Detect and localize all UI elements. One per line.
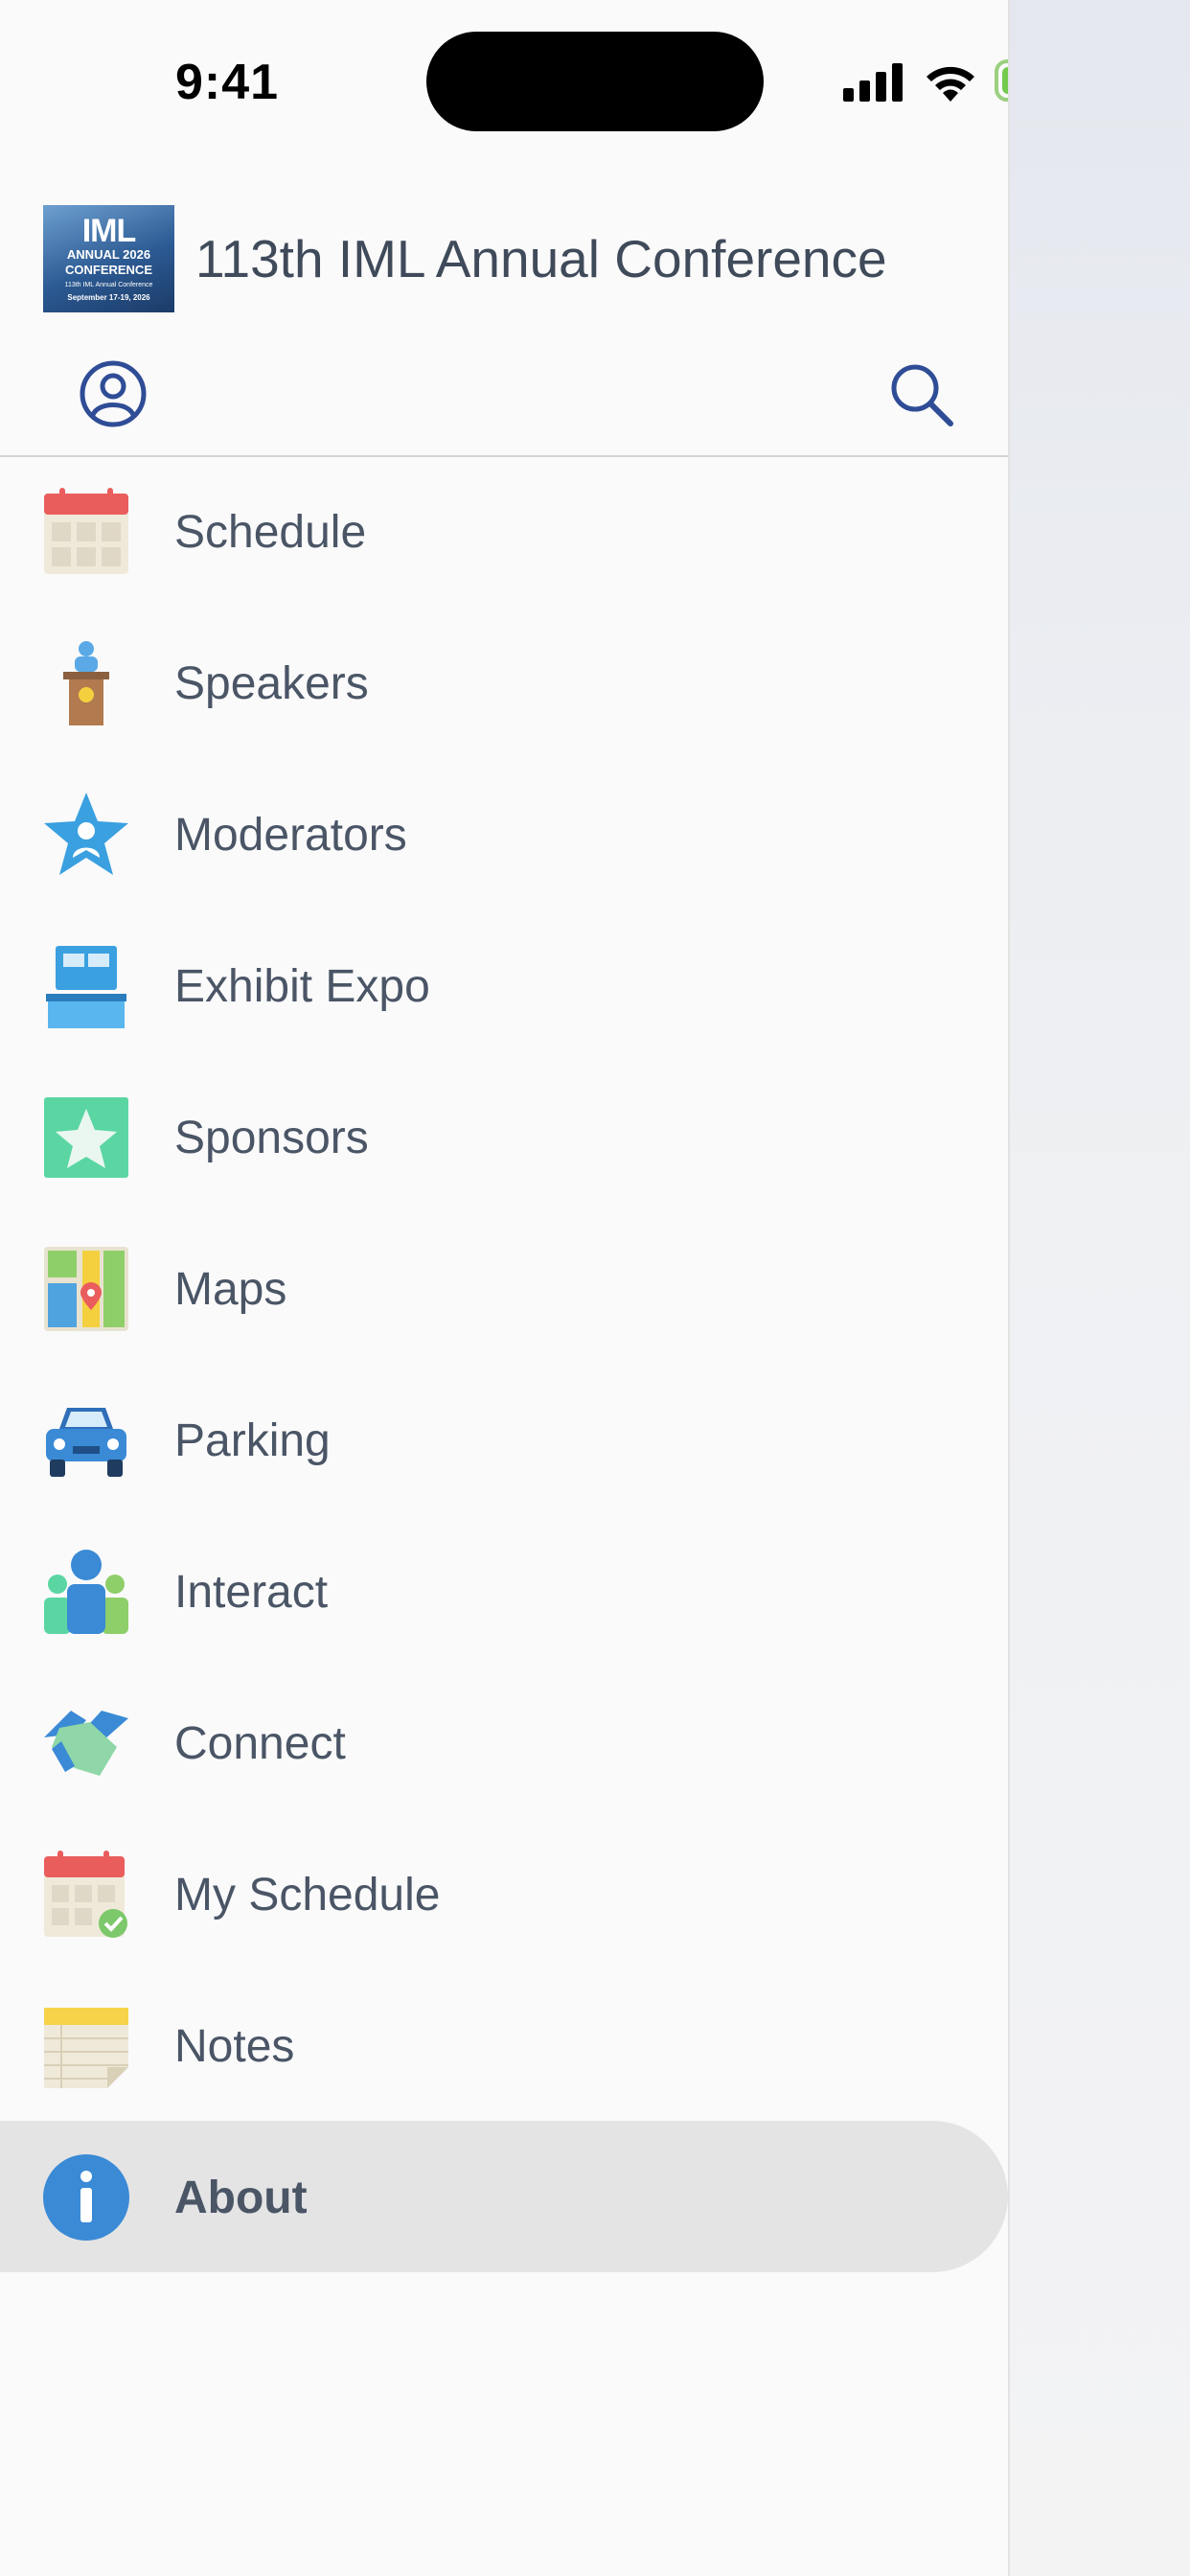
menu-item-speakers[interactable]: Speakers [0,607,1008,758]
menu-label: Notes [174,2021,295,2072]
navigation-drawer: 9:41 IML ANNUAL 2026 CONFERENCE 113th IM… [0,0,1010,2576]
menu-label: Interact [174,1567,329,1618]
menu-item-connect[interactable]: Connect [0,1667,1008,1818]
podium-icon [63,641,109,725]
battery-charging-icon [995,59,1008,102]
menu-label: Schedule [174,507,367,558]
menu-item-sponsors[interactable]: Sponsors [0,1061,1008,1212]
wifi-icon [927,66,974,102]
menu-label: Maps [174,1264,287,1315]
map-icon [44,1247,128,1331]
handshake-icon [44,1711,128,1776]
menu-label: Sponsors [174,1113,369,1163]
search-icon[interactable] [889,362,954,427]
menu-label: My Schedule [174,1870,441,1920]
menu-label: Parking [174,1415,331,1466]
menu-item-my-schedule[interactable]: My Schedule [0,1818,1008,1969]
menu-item-parking[interactable]: Parking [0,1364,1008,1515]
app-title: 113th IML Annual Conference [195,229,887,288]
menu-item-notes[interactable]: Notes [0,1969,1008,2121]
calendar-icon [44,488,128,574]
people-icon [44,1550,128,1634]
notepad-icon [44,2008,128,2088]
menu-item-schedule[interactable]: Schedule [0,455,1008,607]
backdrop-overlay[interactable] [1008,0,1190,2576]
profile-icon[interactable] [79,359,148,428]
menu-item-moderators[interactable]: Moderators [0,758,1008,909]
cellular-signal-icon [843,63,903,102]
status-bar: 9:41 [0,0,1008,163]
menu-label: Exhibit Expo [174,961,430,1012]
menu-label: About [174,2173,308,2223]
calendar-check-icon [44,1851,127,1938]
menu-item-maps[interactable]: Maps [0,1212,1008,1364]
drawer-header: IML ANNUAL 2026 CONFERENCE 113th IML Ann… [0,192,1008,457]
star-person-icon [44,793,128,875]
menu-label: Speakers [174,658,369,709]
booth-icon [46,946,126,1028]
info-icon [43,2154,129,2241]
menu-label: Connect [174,1718,346,1769]
conference-logo: IML ANNUAL 2026 CONFERENCE 113th IML Ann… [43,205,174,312]
menu-item-about[interactable]: About [0,2121,1008,2272]
car-icon [46,1408,126,1477]
status-time: 9:41 [175,55,280,110]
star-badge-icon [44,1097,128,1178]
menu-label: Moderators [174,810,407,861]
menu-item-interact[interactable]: Interact [0,1515,1008,1667]
menu-item-exhibit-expo[interactable]: Exhibit Expo [0,909,1008,1061]
dynamic-island [426,32,764,131]
